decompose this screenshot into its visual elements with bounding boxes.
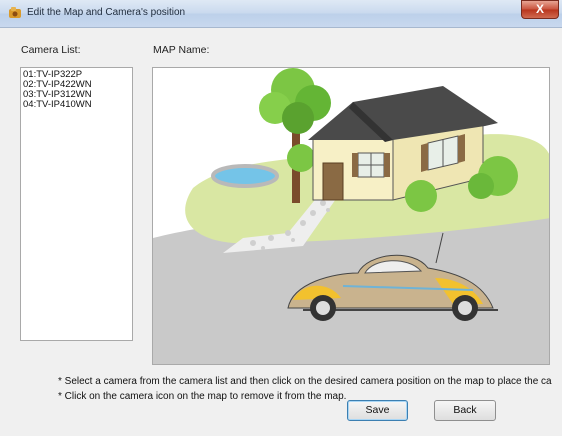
map-canvas[interactable]: [152, 67, 550, 365]
camera-list[interactable]: 01:TV-IP322P 02:TV-IP422WN 03:TV-IP312WN…: [20, 67, 133, 341]
map-name-label: MAP Name:: [153, 44, 210, 56]
dialog-window: Edit the Map and Camera's position X Cam…: [0, 0, 562, 436]
instruction-note-1: * Select a camera from the camera list a…: [58, 376, 552, 387]
window-title: Edit the Map and Camera's position: [27, 7, 186, 18]
camera-list-item[interactable]: 04:TV-IP410WN: [23, 100, 130, 110]
title-bar[interactable]: Edit the Map and Camera's position X: [0, 0, 562, 28]
close-icon: X: [535, 2, 544, 16]
app-icon: [9, 7, 21, 18]
save-button[interactable]: Save: [347, 400, 408, 421]
map-image[interactable]: [153, 68, 550, 365]
instruction-note-2: * Click on the camera icon on the map to…: [58, 391, 347, 402]
back-button[interactable]: Back: [434, 400, 496, 421]
camera-list-label: Camera List:: [21, 44, 81, 56]
close-button[interactable]: X: [521, 0, 559, 19]
